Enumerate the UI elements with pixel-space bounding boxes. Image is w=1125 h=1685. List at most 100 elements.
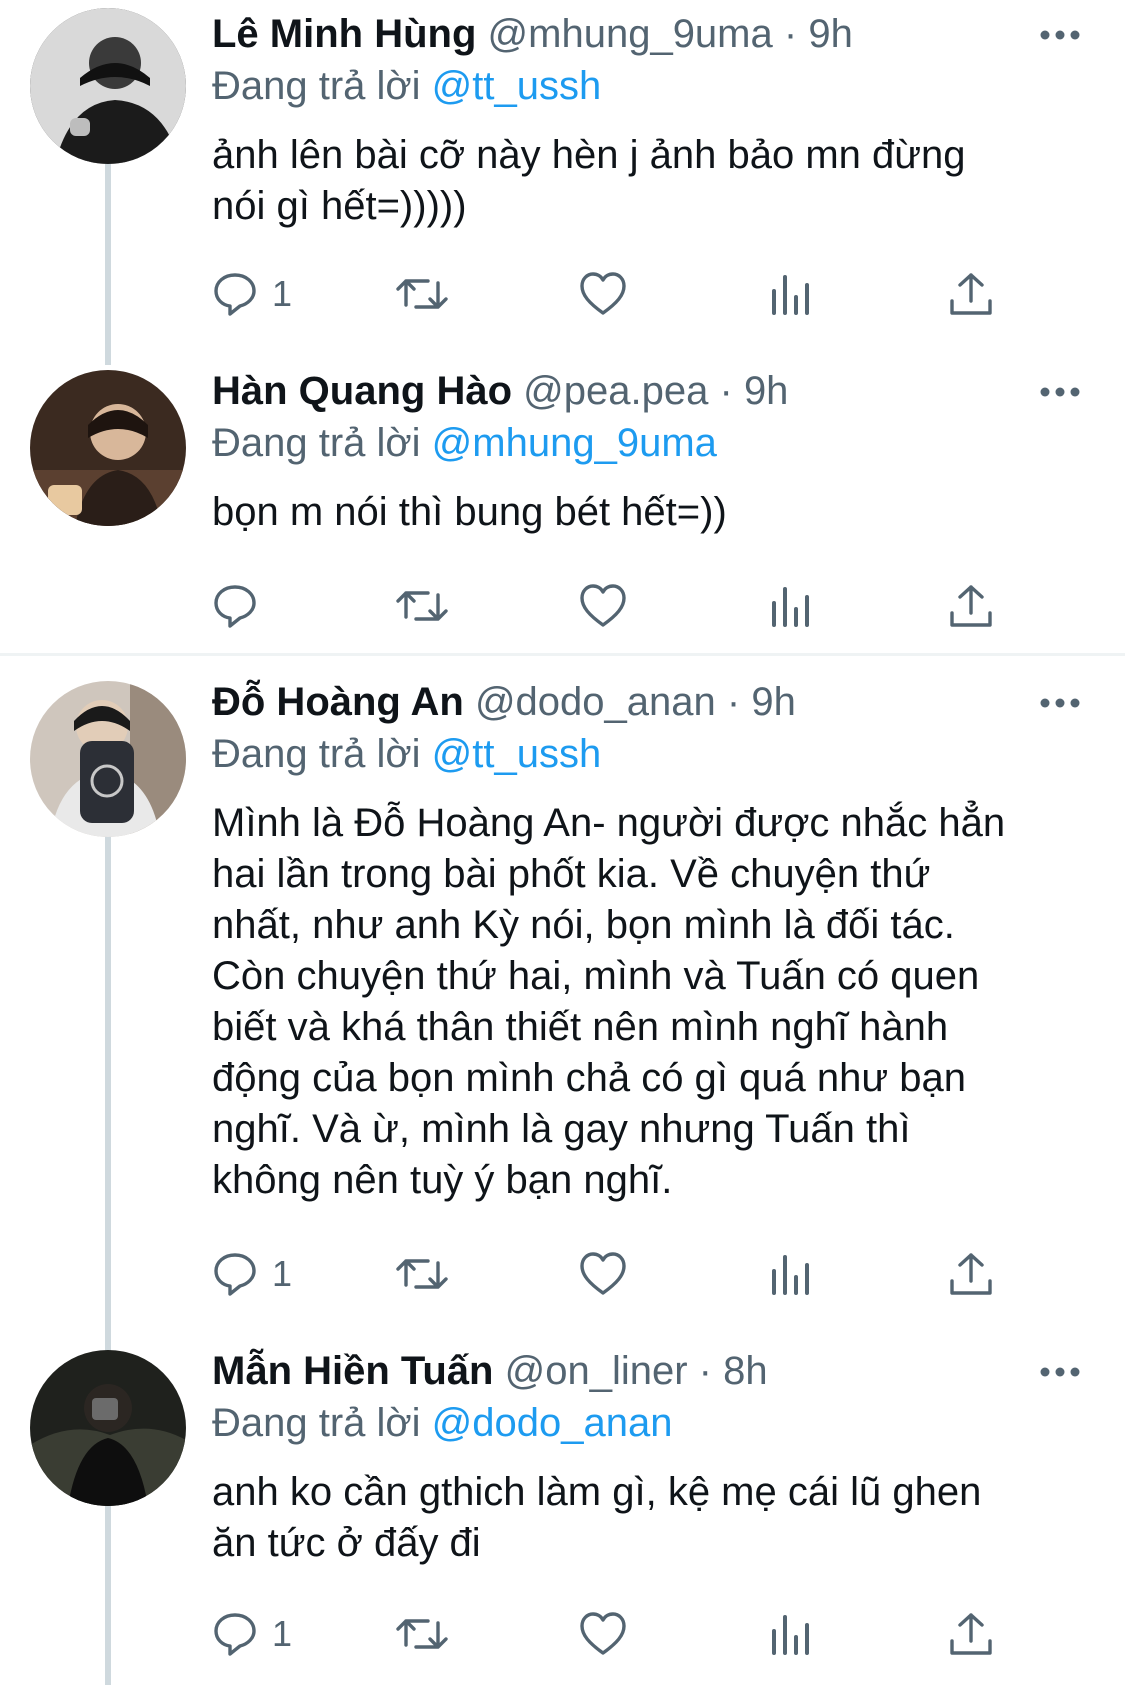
share-button[interactable] bbox=[948, 1606, 994, 1662]
replying-to-label: Đang trả lời bbox=[212, 732, 421, 776]
like-button[interactable] bbox=[579, 1246, 627, 1302]
action-bar: 1 bbox=[212, 1246, 1012, 1302]
reply-count: 1 bbox=[272, 1613, 293, 1654]
tweet-text: anh ko cần gthich làm gì, kệ mẹ cái lũ g… bbox=[212, 1467, 1085, 1569]
replying-to-label: Đang trả lời bbox=[212, 421, 421, 465]
avatar-photo bbox=[30, 8, 186, 164]
avatar[interactable] bbox=[30, 1350, 186, 1506]
retweet-icon bbox=[396, 1619, 448, 1649]
avatar-photo bbox=[30, 1350, 186, 1506]
replying-to: Đang trả lời @mhung_9uma bbox=[212, 417, 1085, 469]
tweet-text-line: hai lần trong bài phốt kia. Về chuyện th… bbox=[212, 852, 931, 896]
retweet-button[interactable] bbox=[394, 1246, 450, 1302]
avatar-photo bbox=[30, 681, 186, 837]
separator-dot: · bbox=[698, 1349, 712, 1393]
analytics-button[interactable] bbox=[768, 1246, 814, 1302]
tweet-header: Lê Minh Hùng @mhung_9uma · 9h bbox=[212, 8, 1085, 60]
action-bar bbox=[212, 578, 1012, 634]
analytics-button[interactable] bbox=[768, 578, 814, 634]
avatar[interactable] bbox=[30, 681, 186, 837]
analytics-button[interactable] bbox=[768, 266, 814, 322]
action-bar: 1 bbox=[212, 1606, 1012, 1662]
share-button[interactable] bbox=[948, 266, 994, 322]
like-button[interactable] bbox=[579, 1606, 627, 1662]
analytics-button[interactable] bbox=[768, 1606, 814, 1662]
share-icon bbox=[950, 1253, 992, 1295]
author-name[interactable]: Đỗ Hoàng An bbox=[212, 680, 464, 724]
avatar-photo bbox=[30, 370, 186, 526]
tweet-text: ảnh lên bài cỡ này hèn j ảnh bảo mn đừng… bbox=[212, 130, 1085, 232]
share-button[interactable] bbox=[948, 578, 994, 634]
retweet-icon bbox=[396, 591, 448, 621]
reply-button[interactable]: 1 bbox=[212, 1606, 292, 1662]
reply-bubble-icon bbox=[214, 585, 256, 628]
share-icon bbox=[950, 585, 992, 627]
author-name[interactable]: Lê Minh Hùng bbox=[212, 12, 476, 56]
mention-link[interactable]: @tt_ussh bbox=[432, 732, 602, 776]
heart-icon bbox=[580, 1612, 626, 1655]
like-button[interactable] bbox=[579, 578, 627, 634]
thread-line bbox=[105, 160, 111, 365]
tweet-text-line: nhất, như anh Kỳ nói, bọn mình là đối tá… bbox=[212, 903, 955, 947]
timestamp[interactable]: 8h bbox=[723, 1349, 768, 1393]
tweet-text-line: nghĩ. Và ừ, mình là gay nhưng Tuấn thì bbox=[212, 1107, 911, 1151]
reply-button[interactable]: 1 bbox=[212, 266, 292, 322]
like-button[interactable] bbox=[579, 266, 627, 322]
timestamp[interactable]: 9h bbox=[808, 12, 853, 56]
separator-dot: · bbox=[719, 369, 733, 413]
author-handle[interactable]: @dodo_anan bbox=[475, 680, 716, 724]
tweet-1[interactable]: Lê Minh Hùng @mhung_9uma · 9h Đang trả l… bbox=[0, 0, 1125, 365]
separator-dot: · bbox=[783, 12, 798, 56]
tweet-text-line: bọn m nói thì bung bét hết=)) bbox=[212, 490, 727, 534]
reply-button[interactable] bbox=[212, 578, 272, 634]
share-button[interactable] bbox=[948, 1246, 994, 1302]
tweet-text: bọn m nói thì bung bét hết=)) bbox=[212, 487, 1085, 538]
reply-count: 1 bbox=[272, 273, 293, 314]
author-handle[interactable]: @mhung_9uma bbox=[488, 12, 773, 56]
reply-button[interactable]: 1 bbox=[212, 1246, 292, 1302]
analytics-icon bbox=[772, 275, 809, 315]
timestamp[interactable]: 9h bbox=[751, 680, 796, 724]
retweet-button[interactable] bbox=[394, 1606, 450, 1662]
tweet-3[interactable]: Đỗ Hoàng An @dodo_anan · 9h Đang trả lời… bbox=[0, 676, 1125, 1511]
retweet-icon bbox=[396, 1259, 448, 1289]
author-name[interactable]: Mẫn Hiền Tuấn bbox=[212, 1349, 493, 1393]
more-dots-icon[interactable] bbox=[1035, 1362, 1085, 1382]
avatar[interactable] bbox=[30, 370, 186, 526]
more-dots-icon[interactable] bbox=[1035, 25, 1085, 45]
author-handle[interactable]: @on_liner bbox=[505, 1349, 688, 1393]
retweet-button[interactable] bbox=[394, 578, 450, 634]
analytics-icon bbox=[772, 587, 809, 627]
share-icon bbox=[950, 1613, 992, 1655]
author-name[interactable]: Hàn Quang Hào bbox=[212, 369, 512, 413]
tweet-2[interactable]: Hàn Quang Hào @pea.pea · 9h Đang trả lời… bbox=[0, 365, 1125, 653]
tweet-header: Mẫn Hiền Tuấn @on_liner · 8h bbox=[212, 1345, 1085, 1397]
avatar[interactable] bbox=[30, 8, 186, 164]
tweet-4[interactable]: Mẫn Hiền Tuấn @on_liner · 8h Đang trả lờ… bbox=[0, 1345, 1125, 1685]
tweet-header: Hàn Quang Hào @pea.pea · 9h bbox=[212, 365, 1085, 417]
tweet-text-line: Còn chuyện thứ hai, mình và Tuấn có quen bbox=[212, 954, 980, 998]
retweet-icon bbox=[396, 279, 448, 309]
more-dots-icon[interactable] bbox=[1035, 693, 1085, 713]
tweet-text-line: nói gì hết=))))) bbox=[212, 184, 467, 228]
analytics-icon bbox=[772, 1255, 809, 1295]
tweet-text-line: biết và khá thân thiết nên mình nghĩ hàn… bbox=[212, 1005, 949, 1049]
retweet-button[interactable] bbox=[394, 266, 450, 322]
tweet-text-line: ăn tức ở đấy đi bbox=[212, 1521, 481, 1565]
action-bar: 1 bbox=[212, 266, 1012, 322]
replying-to-label: Đang trả lời bbox=[212, 64, 421, 108]
tweet-text-line: động của bọn mình chả có gì quá như bạn bbox=[212, 1056, 967, 1100]
analytics-icon bbox=[772, 1615, 809, 1655]
more-dots-icon[interactable] bbox=[1035, 382, 1085, 402]
timestamp[interactable]: 9h bbox=[744, 369, 789, 413]
reply-bubble-icon bbox=[214, 1613, 256, 1656]
mention-link[interactable]: @dodo_anan bbox=[432, 1401, 673, 1445]
replying-to: Đang trả lời @tt_ussh bbox=[212, 60, 1085, 112]
tweet-text-line: không nên tuỳ ý bạn nghĩ. bbox=[212, 1158, 673, 1202]
mention-link[interactable]: @mhung_9uma bbox=[432, 421, 717, 465]
share-icon bbox=[950, 273, 992, 315]
author-handle[interactable]: @pea.pea bbox=[523, 369, 708, 413]
reply-bubble-icon bbox=[214, 273, 256, 316]
mention-link[interactable]: @tt_ussh bbox=[432, 64, 602, 108]
thread-line bbox=[105, 1505, 111, 1685]
